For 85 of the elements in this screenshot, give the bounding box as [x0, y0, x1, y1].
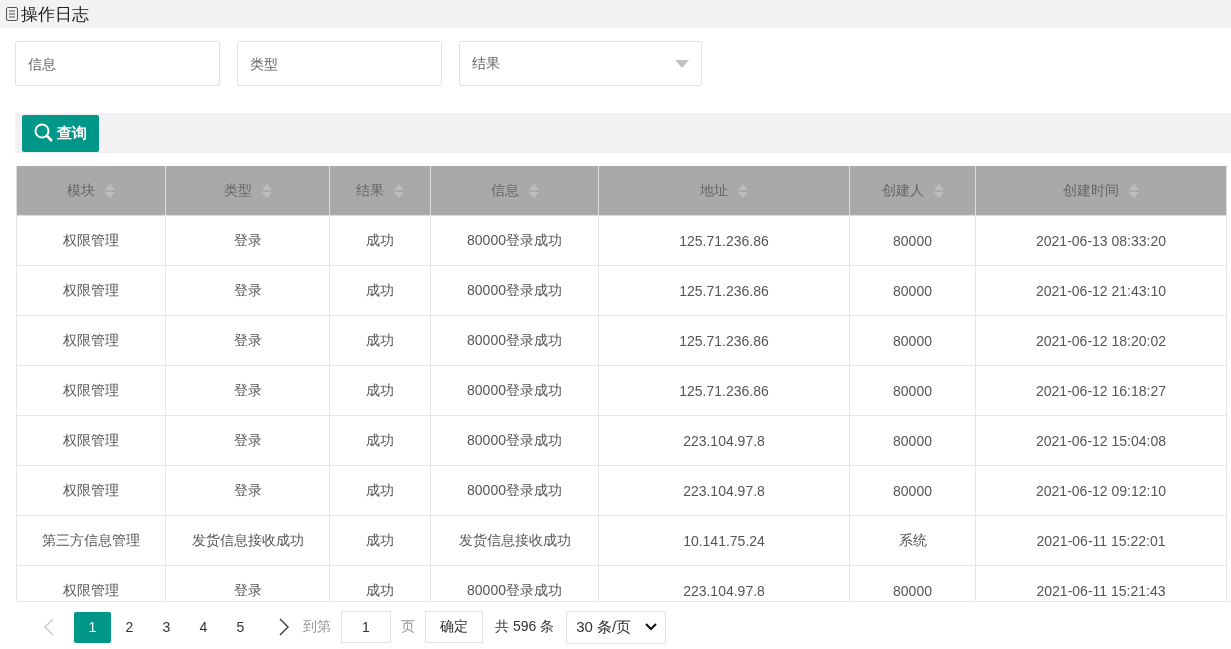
table-cell: 登录 [233, 581, 262, 598]
table-cell: 成功 [366, 431, 394, 448]
goto-label: 到第 [303, 618, 331, 636]
table-cell: 权限管理 [63, 381, 119, 398]
table-cell: 80000登录成功 [467, 231, 562, 248]
page-button[interactable]: 3 [148, 611, 185, 643]
table-cell: 成功 [366, 531, 394, 548]
table-cell: 80000登录成功 [467, 581, 562, 598]
page-button[interactable]: 4 [185, 611, 222, 643]
next-page-icon[interactable] [279, 618, 289, 636]
table-cell: 80000登录成功 [467, 481, 562, 498]
dropdown-caret-icon [675, 59, 689, 68]
search-icon [34, 123, 54, 143]
table-cell: 系统 [898, 531, 927, 548]
column-header[interactable]: 信息 [490, 181, 519, 200]
page-size-dropdown[interactable]: 30 条/页 [566, 610, 667, 644]
table-cell: 成功 [366, 381, 394, 398]
search-button[interactable]: 查询 [22, 114, 99, 152]
table-cell: 80000 [893, 332, 932, 349]
table-cell: 223.104.97.8 [683, 432, 765, 449]
table-cell: 成功 [366, 331, 394, 348]
table-cell: 80000登录成功 [467, 381, 562, 398]
table-cell: 125.71.236.86 [679, 282, 769, 299]
table-cell: 80000 [893, 482, 932, 499]
chevron-down-icon [645, 623, 658, 631]
column-header[interactable]: 模块 [67, 181, 95, 200]
table-cell: 2021-06-12 09:12:10 [1036, 482, 1166, 499]
table-cell: 80000登录成功 [467, 281, 562, 298]
table-cell: 登录 [233, 281, 262, 298]
table-cell: 登录 [233, 231, 262, 248]
table-cell: 成功 [366, 481, 394, 498]
table-cell: 成功 [366, 581, 394, 598]
table-cell: 第三方信息管理 [42, 531, 140, 548]
table-cell: 80000登录成功 [467, 331, 562, 348]
table-cell: 223.104.97.8 [683, 582, 765, 599]
table-cell: 成功 [366, 281, 394, 298]
table-cell: 125.71.236.86 [679, 332, 769, 349]
table-cell: 权限管理 [63, 231, 119, 248]
confirm-button[interactable]: 确定 [425, 611, 483, 643]
table-cell: 成功 [366, 231, 394, 248]
table-cell: 2021-06-13 08:33:20 [1036, 232, 1166, 249]
table-cell: 223.104.97.8 [683, 482, 765, 499]
filter-field[interactable]: 信息 [15, 41, 220, 86]
table-cell: 权限管理 [63, 481, 119, 498]
page-button[interactable]: 5 [222, 611, 259, 643]
table-cell: 80000 [893, 282, 932, 299]
page-unit-label: 页 [401, 618, 415, 636]
previous-page-icon[interactable] [44, 618, 54, 636]
table-cell: 2021-06-11 15:22:01 [1036, 532, 1166, 549]
table-cell: 登录 [233, 331, 262, 348]
table-cell: 80000 [893, 582, 932, 599]
table-cell: 125.71.236.86 [679, 232, 769, 249]
column-header[interactable]: 创建时间 [1063, 181, 1119, 200]
table-cell: 125.71.236.86 [679, 382, 769, 399]
table-cell: 2021-06-11 15:21:43 [1036, 582, 1166, 599]
table-cell: 权限管理 [63, 581, 119, 598]
table-cell: 80000 [893, 382, 932, 399]
table-cell: 权限管理 [63, 281, 119, 298]
table-cell: 80000 [893, 432, 932, 449]
page-number-field[interactable]: 1 [341, 611, 391, 643]
document-icon [6, 7, 18, 21]
page-button[interactable]: 1 [74, 611, 111, 643]
table-cell: 权限管理 [63, 331, 119, 348]
table-cell: 2021-06-12 18:20:02 [1036, 332, 1166, 349]
page-title: 操作日志 [21, 3, 89, 26]
table-cell: 权限管理 [63, 431, 119, 448]
table-cell: 发货信息接收成功 [191, 531, 304, 548]
table-cell: 2021-06-12 15:04:08 [1036, 432, 1166, 449]
table-cell: 2021-06-12 21:43:10 [1036, 282, 1166, 299]
result-dropdown[interactable]: 结果 [459, 41, 702, 86]
filter-field[interactable]: 类型 [237, 41, 442, 86]
table-cell: 登录 [233, 381, 262, 398]
table-cell: 80000登录成功 [467, 431, 562, 448]
table-cell: 2021-06-12 16:18:27 [1036, 382, 1166, 399]
page-button[interactable]: 2 [111, 611, 148, 643]
table-cell: 80000 [893, 232, 932, 249]
column-header[interactable]: 类型 [223, 181, 252, 200]
table-cell: 发货信息接收成功 [458, 531, 571, 548]
column-header[interactable]: 结果 [356, 181, 384, 200]
column-header[interactable]: 创建人 [881, 181, 924, 200]
table-cell: 10.141.75.24 [683, 532, 765, 549]
total-count: 共 596 条 [495, 618, 555, 636]
table-cell: 登录 [233, 481, 262, 498]
table-cell: 登录 [233, 431, 262, 448]
column-header[interactable]: 地址 [700, 181, 728, 200]
